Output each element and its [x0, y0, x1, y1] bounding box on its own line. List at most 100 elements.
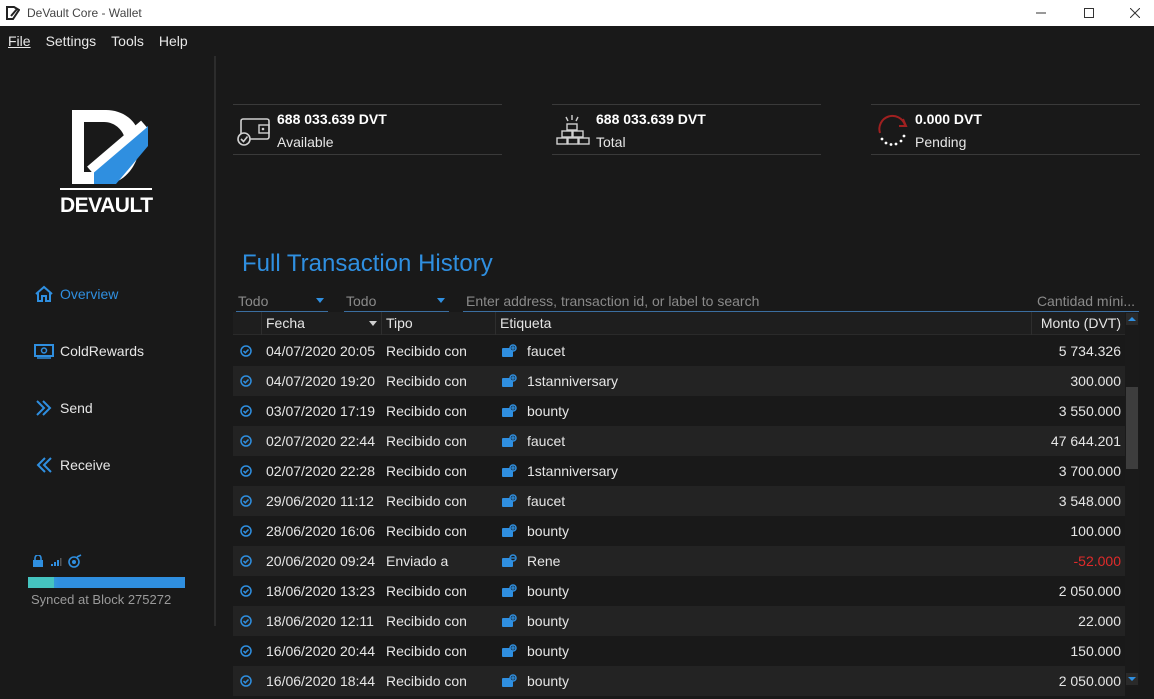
header-date-label: Fecha	[266, 315, 305, 331]
table-row[interactable]: 18/06/2020 12:11 Recibido con bounty 22.000	[233, 606, 1125, 636]
transaction-table: Fecha Tipo Etiqueta Monto (DVT) 04/07/20…	[233, 312, 1125, 699]
menu-tools[interactable]: Tools	[111, 33, 144, 49]
cell-amount: 3 548.000	[1058, 493, 1121, 509]
cell-amount: 3 700.000	[1058, 463, 1121, 479]
chevron-up-icon	[1128, 317, 1136, 321]
cell-type: Recibido con	[386, 463, 467, 479]
cell-label-text: bounty	[527, 583, 570, 599]
header-type[interactable]: Tipo	[381, 312, 495, 335]
sidebar: DEVAULT Overview ColdRewards Send Receiv…	[0, 56, 214, 699]
confirmed-check-icon	[236, 456, 256, 486]
cell-amount: 100.000	[1070, 523, 1121, 539]
received-tx-icon	[501, 464, 522, 478]
lock-icon[interactable]	[32, 555, 44, 567]
table-row[interactable]: 02/07/2020 22:44 Recibido con faucet 47 644…	[233, 426, 1125, 456]
balance-pending-label: Pending	[915, 134, 967, 150]
confirmed-check-icon	[236, 396, 256, 426]
cell-date: 16/06/2020 18:44	[266, 673, 375, 689]
chevron-down-icon	[437, 298, 445, 303]
cell-label: 1stanniversary	[501, 456, 618, 486]
cell-date: 04/07/2020 19:20	[266, 373, 375, 389]
search-input[interactable]: Enter address, transaction id, or label …	[466, 293, 759, 309]
send-chevrons-icon	[36, 400, 52, 416]
menu-settings[interactable]: Settings	[46, 33, 97, 49]
maximize-button[interactable]	[1066, 0, 1112, 26]
menu-help[interactable]: Help	[159, 33, 188, 49]
cell-label-text: faucet	[527, 433, 566, 449]
received-tx-icon	[501, 344, 522, 358]
header-label[interactable]: Etiqueta	[495, 312, 1031, 335]
balance-available-label: Available	[277, 134, 334, 150]
cell-date: 28/06/2020 16:06	[266, 523, 375, 539]
confirmed-check-icon	[236, 336, 256, 366]
scroll-up-button[interactable]	[1126, 313, 1138, 325]
table-row[interactable]: 04/07/2020 20:05 Recibido con faucet 5 734.…	[233, 336, 1125, 366]
nav-send[interactable]: Send	[34, 398, 93, 418]
nav-overview[interactable]: Overview	[34, 284, 118, 304]
cell-type: Recibido con	[386, 403, 467, 419]
header-status[interactable]	[233, 312, 261, 335]
table-row[interactable]: 02/07/2020 22:28 Recibido con 1stanniversa…	[233, 456, 1125, 486]
cell-date: 29/06/2020 11:12	[266, 493, 374, 509]
table-row[interactable]: 28/06/2020 16:06 Recibido con bounty 100.00…	[233, 516, 1125, 546]
balance-total-card: 688 033.639 DVT Total	[552, 104, 821, 155]
sync-status-text: Synced at Block 275272	[31, 592, 172, 607]
cell-date: 03/07/2020 17:19	[266, 403, 375, 419]
cell-label: bounty	[501, 516, 569, 546]
cell-label: faucet	[501, 486, 565, 516]
cell-label: bounty	[501, 396, 569, 426]
nav-receive[interactable]: Receive	[34, 455, 111, 475]
table-row[interactable]: 04/07/2020 19:20 Recibido con 1stanniversa…	[233, 366, 1125, 396]
table-row[interactable]: 29/06/2020 11:12 Recibido con faucet 3 548.…	[233, 486, 1125, 516]
table-row[interactable]: 03/07/2020 17:19 Recibido con bounty 3 550.…	[233, 396, 1125, 426]
header-date[interactable]: Fecha	[261, 312, 381, 335]
cell-label: Rene	[501, 546, 560, 576]
received-tx-icon	[501, 644, 522, 658]
cell-type: Recibido con	[386, 673, 467, 689]
menu-bar: File Settings Tools Help	[0, 26, 1154, 56]
table-row[interactable]: 16/06/2020 18:44 Recibido con bounty 2 050.…	[233, 666, 1125, 696]
type-filter-dropdown[interactable]: Todo	[344, 292, 449, 312]
sync-status-icon[interactable]	[68, 554, 82, 568]
received-tx-icon	[501, 584, 522, 598]
header-label-label: Etiqueta	[500, 315, 552, 331]
title-bar: DeVault Core - Wallet	[0, 0, 1154, 26]
table-row[interactable]: 16/06/2020 20:44 Recibido con bounty 150.00…	[233, 636, 1125, 666]
cell-label-text: 1stanniversary	[527, 463, 619, 479]
menu-file[interactable]: File	[8, 33, 31, 49]
cell-amount: 300.000	[1070, 373, 1121, 389]
cell-label-text: bounty	[527, 673, 570, 689]
cell-label: bounty	[501, 666, 569, 696]
header-amount[interactable]: Monto (DVT)	[1031, 312, 1125, 335]
cell-label-text: bounty	[527, 643, 570, 659]
received-tx-icon	[501, 494, 522, 508]
cell-date: 02/07/2020 22:44	[266, 433, 375, 449]
cell-type: Recibido con	[386, 433, 467, 449]
close-button[interactable]	[1112, 0, 1154, 26]
received-tx-icon	[501, 434, 522, 448]
min-amount-input[interactable]: Cantidad míni...	[1037, 293, 1135, 309]
minimize-icon	[1036, 12, 1046, 14]
scroll-down-button[interactable]	[1126, 673, 1138, 685]
nav-send-label: Send	[60, 400, 93, 416]
table-scrollbar[interactable]	[1125, 312, 1139, 687]
date-filter-dropdown[interactable]: Todo	[236, 292, 328, 312]
search-field[interactable]: Enter address, transaction id, or label …	[463, 292, 1139, 312]
cell-label-text: faucet	[527, 343, 566, 359]
table-row[interactable]: 20/06/2020 09:24 Enviado a Rene -52.000	[233, 546, 1125, 576]
cell-amount: 5 734.326	[1058, 343, 1121, 359]
network-signal-icon[interactable]	[50, 555, 62, 567]
app-icon	[6, 6, 20, 20]
scrollbar-thumb[interactable]	[1126, 387, 1138, 469]
money-icon	[34, 344, 54, 359]
cell-label-text: Rene	[527, 553, 561, 569]
nav-coldrewards[interactable]: ColdRewards	[34, 341, 144, 361]
table-row[interactable]: 18/06/2020 13:23 Recibido con bounty 2 050.…	[233, 576, 1125, 606]
date-filter-value: Todo	[238, 293, 269, 309]
minimize-button[interactable]	[1018, 0, 1064, 26]
status-icons	[32, 554, 82, 568]
cell-label-text: bounty	[527, 523, 570, 539]
cell-date: 04/07/2020 20:05	[266, 343, 375, 359]
gold-bars-icon	[556, 115, 590, 145]
cell-type: Recibido con	[386, 613, 467, 629]
